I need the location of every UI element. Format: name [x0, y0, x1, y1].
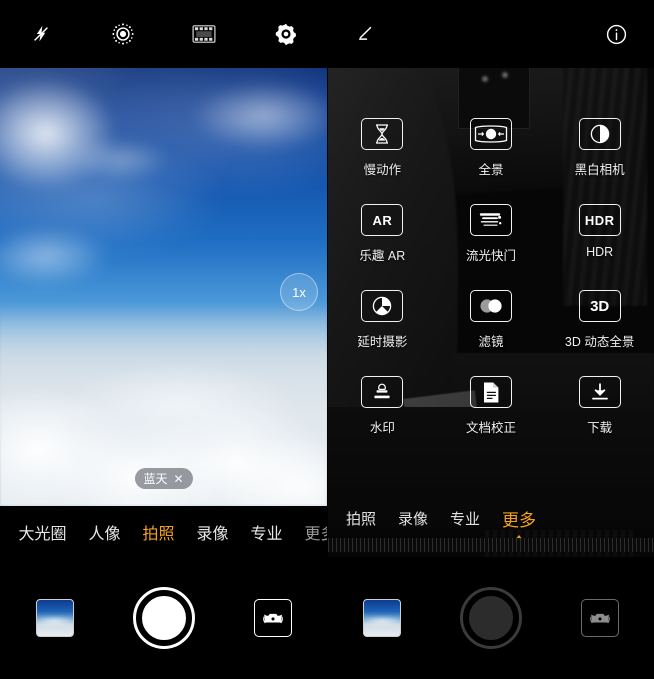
aperture-icon[interactable]: [82, 0, 164, 68]
download-icon: [578, 376, 621, 408]
scene-detection-tag[interactable]: 蓝天 ✕: [134, 468, 193, 489]
camera-top-toolbar: [0, 0, 327, 68]
more-mode-label: 黑白相机: [574, 163, 625, 177]
light-painting-icon: [469, 204, 512, 236]
cloud-wisp: [71, 138, 171, 182]
more-mode-3d-panorama[interactable]: 3D 3D 动态全景: [545, 290, 654, 350]
hourglass-icon: [361, 118, 404, 150]
more-mode-label: HDR: [586, 245, 614, 259]
gallery-slot: [328, 599, 437, 637]
more-mode-label: 滤镜: [478, 335, 504, 349]
more-mode-tabs: 拍照 录像 专业 更多: [328, 498, 654, 540]
mode-tab-portrait[interactable]: 人像: [88, 520, 120, 544]
mode-tab-pro[interactable]: 专业: [251, 520, 283, 544]
monochrome-icon: [578, 118, 621, 150]
flash-off-icon[interactable]: [0, 0, 82, 68]
mode-tab-pro[interactable]: 专业: [450, 508, 480, 529]
hdr-icon-text: HDR: [584, 212, 615, 228]
more-mode-label: 文档校正: [465, 421, 516, 435]
more-mode-timelapse[interactable]: 延时摄影: [328, 290, 437, 350]
mode-tab-photo[interactable]: 拍照: [346, 508, 376, 529]
more-top-toolbar: [328, 0, 654, 68]
more-mode-document-correction[interactable]: 文档校正: [437, 376, 546, 436]
mode-tab-photo[interactable]: 拍照: [142, 520, 174, 544]
shutter-inner-ring: [469, 596, 513, 640]
more-mode-label: 3D 动态全景: [564, 335, 635, 349]
mode-tab-more-label: 更多: [502, 510, 537, 530]
document-correction-icon: [469, 376, 512, 408]
timelapse-icon: [361, 290, 404, 322]
more-mode-slow-motion[interactable]: 慢动作: [328, 118, 437, 178]
more-modes-grid: 慢动作 全景 黑白相机 AR 乐趣 AR 流光快门 HDR HDR 延时摄影 滤…: [328, 118, 654, 436]
video-icon[interactable]: [164, 0, 246, 68]
more-mode-label: 全景: [478, 163, 504, 177]
more-mode-label: 慢动作: [363, 163, 402, 177]
ar-icon: AR: [361, 204, 404, 236]
settings-icon[interactable]: [245, 0, 327, 68]
more-mode-filter[interactable]: 滤镜: [437, 290, 546, 350]
more-mode-watermark[interactable]: 水印: [328, 376, 437, 436]
more-bottom-controls: [328, 557, 654, 679]
dual-screenshot: 1x 蓝天 ✕ 大光圈 人像 拍照 录像 专业 更 慢动作 全景 黑白相机 AR…: [0, 0, 654, 679]
gallery-slot: [0, 599, 109, 637]
more-mode-download[interactable]: 下载: [545, 376, 654, 436]
shutter-button[interactable]: [132, 587, 195, 649]
more-modes-screen: 慢动作 全景 黑白相机 AR 乐趣 AR 流光快门 HDR HDR 延时摄影 滤…: [327, 0, 654, 679]
edit-pencil-icon[interactable]: [354, 0, 376, 68]
gallery-thumbnail[interactable]: [35, 599, 74, 637]
more-mode-light-painting[interactable]: 流光快门: [437, 204, 546, 264]
filter-icon: [469, 290, 512, 322]
more-mode-ar[interactable]: AR 乐趣 AR: [328, 204, 437, 264]
shutter-slot: [437, 587, 546, 649]
scene-tag-label: 蓝天: [143, 472, 168, 486]
mode-tab-video[interactable]: 录像: [398, 508, 428, 529]
mode-tab-more[interactable]: 更多: [305, 520, 327, 544]
watermark-stamp-icon: [361, 376, 404, 408]
more-mode-label: 流光快门: [465, 249, 516, 263]
more-mode-label: 下载: [587, 421, 613, 435]
shutter-inner-ring: [141, 596, 186, 640]
shutter-button[interactable]: [460, 587, 522, 649]
viewfinder[interactable]: 1x 蓝天 ✕: [0, 68, 327, 506]
three-d-icon: 3D: [578, 290, 621, 322]
zoom-level-label: 1x: [292, 284, 306, 300]
three-d-icon-text: 3D: [590, 297, 610, 315]
flip-slot: [545, 599, 654, 637]
zoom-level-badge[interactable]: 1x: [280, 273, 318, 311]
more-mode-label: 乐趣 AR: [359, 249, 406, 263]
more-mode-hdr[interactable]: HDR HDR: [545, 204, 654, 264]
mode-tab-video[interactable]: 录像: [197, 520, 229, 544]
mode-tab-more[interactable]: 更多: [502, 506, 537, 540]
switch-camera-icon[interactable]: [253, 599, 292, 637]
close-icon[interactable]: ✕: [173, 472, 183, 486]
more-mode-panorama[interactable]: 全景: [437, 118, 546, 178]
flip-slot: [218, 599, 327, 637]
more-mode-label: 水印: [369, 421, 395, 435]
camera-bottom-controls: [0, 557, 327, 679]
more-mode-label: 延时摄影: [357, 335, 408, 349]
hdr-icon: HDR: [578, 204, 621, 236]
panorama-icon: [469, 118, 512, 150]
camera-mode-tabs: 大光圈 人像 拍照 录像 专业 更多: [0, 506, 327, 558]
shutter-slot: [109, 587, 218, 649]
info-icon[interactable]: [605, 0, 628, 68]
mode-tab-aperture[interactable]: 大光圈: [18, 520, 66, 544]
gallery-thumbnail[interactable]: [363, 599, 402, 637]
switch-camera-icon[interactable]: [580, 599, 619, 637]
ar-icon-text: AR: [372, 212, 393, 228]
mode-ruler-strip: [328, 538, 654, 552]
more-mode-monochrome[interactable]: 黑白相机: [545, 118, 654, 178]
camera-viewfinder-screen: 1x 蓝天 ✕ 大光圈 人像 拍照 录像 专业 更: [0, 0, 327, 679]
